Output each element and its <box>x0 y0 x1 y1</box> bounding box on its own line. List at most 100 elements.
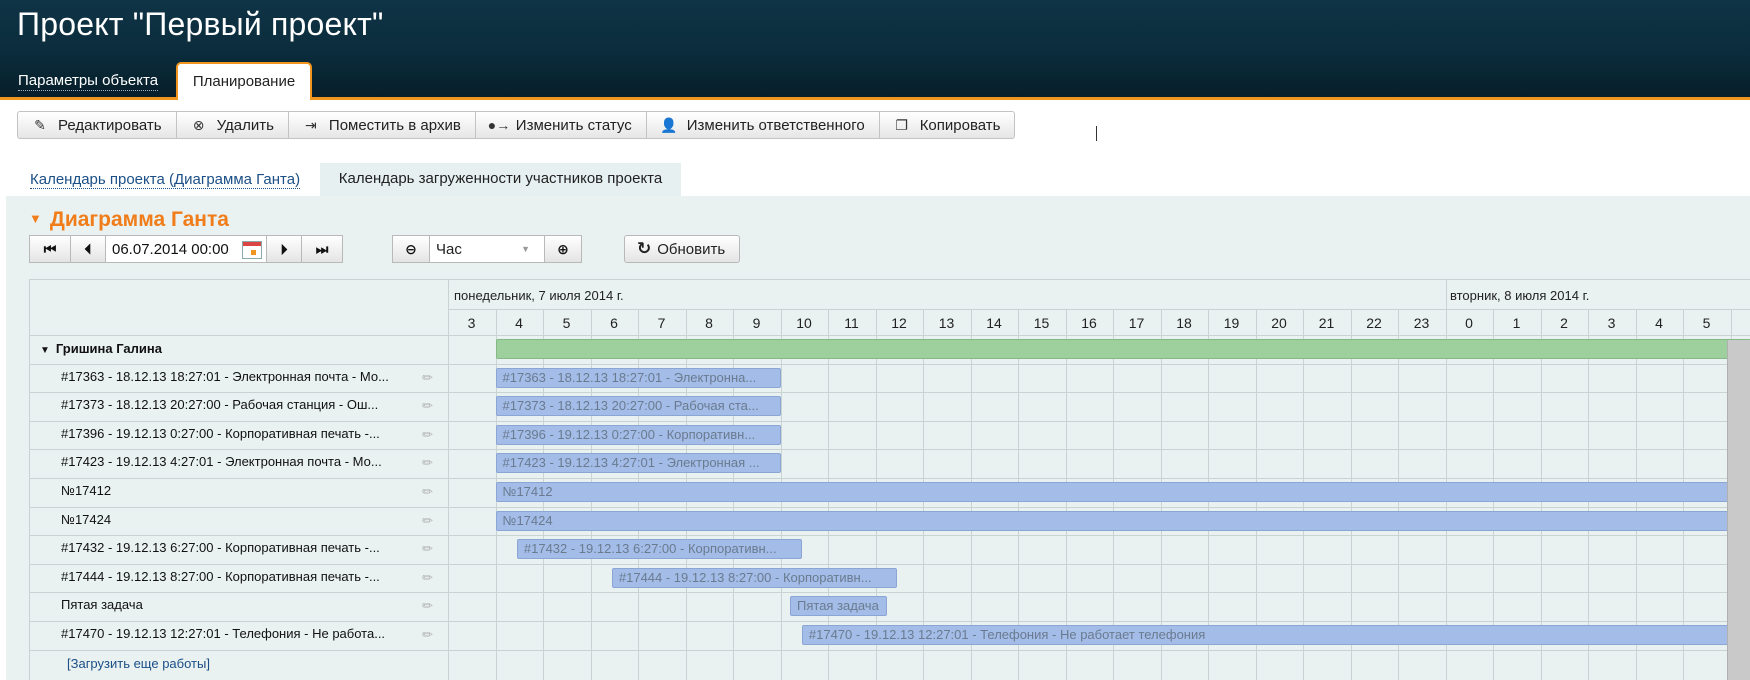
group-name: Гришина Галина <box>55 341 162 356</box>
task-bar[interactable]: #17363 - 18.12.13 18:27:01 - Электронна.… <box>495 367 781 388</box>
hour-tick-label: 23 <box>1413 315 1430 331</box>
pencil-icon[interactable]: ✏ <box>422 627 433 643</box>
edit-button[interactable]: ✎ Редактировать <box>17 111 177 139</box>
pencil-icon[interactable]: ✏ <box>422 513 433 529</box>
hour-tick-label: 5 <box>1702 315 1711 331</box>
row-divider <box>30 420 1750 422</box>
task-bar[interactable]: #17423 - 19.12.13 4:27:01 - Электронная … <box>495 453 781 474</box>
action-toolbar: ✎ Редактировать ⊗ Удалить ⇥ Поместить в … <box>17 111 1016 140</box>
change-status-button-label: Изменить статус <box>515 116 632 134</box>
tab-object-params[interactable]: Параметры объекта <box>18 72 159 91</box>
prev-button[interactable]: ⏴ <box>70 235 106 263</box>
date-input[interactable]: 06.07.2014 00:00 <box>105 235 267 263</box>
pencil-icon: ✎ <box>34 116 46 133</box>
hour-tick-label: 1 <box>1512 315 1521 331</box>
calendar-icon[interactable] <box>242 241 262 259</box>
header-divider <box>448 309 1750 310</box>
hour-tick-label: 22 <box>1366 315 1382 331</box>
hour-tick-label: 13 <box>938 315 955 331</box>
task-label-text: #17444 - 19.12.13 8:27:00 - Корпоративна… <box>61 568 380 584</box>
task-label[interactable]: #17363 - 18.12.13 18:27:01 - Электронная… <box>61 369 441 384</box>
task-bar[interactable]: №17424 <box>495 510 1731 531</box>
change-status-button[interactable]: ●→ Изменить статус <box>474 111 647 139</box>
load-more-link[interactable]: [Загрузить еще работы] <box>67 656 210 671</box>
hour-tick-label: 19 <box>1223 315 1240 331</box>
hour-tick-label: 12 <box>891 315 907 331</box>
pencil-icon[interactable]: ✏ <box>422 484 433 500</box>
task-label[interactable]: #17373 - 18.12.13 20:27:00 - Рабочая ста… <box>61 397 441 412</box>
pencil-icon[interactable]: ✏ <box>422 598 433 614</box>
collapse-triangle-icon: ▼ <box>29 211 42 226</box>
page-header: Проект "Первый проект" Параметры объекта… <box>0 0 1750 100</box>
step-back-icon: ⏴ <box>84 240 92 257</box>
task-bar[interactable]: №17412 <box>495 482 1731 502</box>
pencil-icon[interactable]: ✏ <box>422 541 433 557</box>
group-summary-bar[interactable] <box>495 339 1750 359</box>
task-label-text: #17363 - 18.12.13 18:27:01 - Электронная… <box>61 368 389 384</box>
group-label[interactable]: ▼ Гришина Галина <box>40 341 420 356</box>
gantt-title-text: Диаграмма Ганта <box>49 208 229 231</box>
task-bar[interactable]: #17373 - 18.12.13 20:27:00 - Рабочая ста… <box>495 396 781 417</box>
row-divider <box>30 621 1750 622</box>
tab-participant-load[interactable]: Календарь загруженности участников проек… <box>320 163 681 197</box>
task-label[interactable]: #17444 - 19.12.13 8:27:00 - Корпоративна… <box>61 569 441 584</box>
hour-tick-label: 3 <box>467 315 476 331</box>
task-label[interactable]: #17470 - 19.12.13 12:27:01 - Телефония -… <box>61 626 441 641</box>
gantt-section-title[interactable]: ▼ Диаграмма Ганта <box>29 208 229 232</box>
task-label[interactable]: №17412 <box>61 483 441 498</box>
task-label-text: Пятая задача <box>61 597 143 613</box>
tab-gantt-calendar[interactable]: Календарь проекта (Диаграмма Ганта) <box>30 171 301 189</box>
hour-tick-label: 15 <box>1033 315 1050 331</box>
refresh-button[interactable]: ↻ Обновить <box>624 235 741 263</box>
archive-button[interactable]: ⇥ Поместить в архив <box>287 111 476 139</box>
refresh-label: Обновить <box>657 240 726 258</box>
task-bar[interactable]: Пятая задача <box>790 596 888 617</box>
zoom-in-button[interactable]: ⊕ <box>544 235 582 263</box>
skip-start-icon: ⏮ <box>43 240 57 257</box>
first-page-button[interactable]: ⏮ <box>29 235 71 263</box>
skip-end-icon: ⏭ <box>315 240 329 257</box>
hour-tick-label: 16 <box>1081 315 1097 331</box>
pencil-icon[interactable]: ✏ <box>422 427 433 443</box>
pencil-icon[interactable]: ✏ <box>422 398 433 414</box>
archive-icon: ⇥ <box>305 116 317 133</box>
chevron-down-icon: ▼ <box>521 244 530 254</box>
vertical-scrollbar[interactable] <box>1727 340 1750 680</box>
hour-tick-label: 18 <box>1176 315 1192 331</box>
date-value: 06.07.2014 00:00 <box>112 240 229 258</box>
task-label[interactable]: #17423 - 19.12.13 4:27:01 - Электронная … <box>61 454 441 469</box>
task-label[interactable]: Пятая задача <box>61 597 441 612</box>
change-responsible-button[interactable]: 👤 Изменить ответственного <box>645 111 880 139</box>
date-navigation: ⏮ ⏴ 06.07.2014 00:00 ⏵ ⏭ <box>29 235 343 263</box>
pencil-icon[interactable]: ✏ <box>422 455 433 471</box>
task-label[interactable]: №17424 <box>61 512 441 527</box>
copy-button[interactable]: ❐ Копировать <box>878 111 1016 139</box>
delete-button[interactable]: ⊗ Удалить <box>175 111 289 139</box>
hour-tick-label: 6 <box>610 315 618 331</box>
edit-button-label: Редактировать <box>58 116 162 134</box>
pencil-icon[interactable]: ✏ <box>422 570 433 586</box>
task-label[interactable]: #17432 - 19.12.13 6:27:00 - Корпоративна… <box>61 540 441 555</box>
row-divider <box>30 592 1750 594</box>
row-divider <box>30 363 1750 365</box>
hour-tick-label: 2 <box>1560 315 1568 331</box>
pencil-icon[interactable]: ✏ <box>422 370 433 386</box>
step-forward-icon: ⏵ <box>280 240 288 257</box>
task-bar[interactable]: #17470 - 19.12.13 12:27:01 - Телефония -… <box>801 625 1731 645</box>
tab-planning[interactable]: Планирование <box>176 62 312 100</box>
task-label[interactable]: #17396 - 19.12.13 0:27:00 - Корпоративна… <box>61 426 441 441</box>
task-bar[interactable]: #17444 - 19.12.13 8:27:00 - Корпоративн.… <box>611 567 897 588</box>
scale-value: Час <box>436 240 462 258</box>
task-label-text: #17396 - 19.12.13 0:27:00 - Корпоративна… <box>61 425 380 441</box>
zoom-out-button[interactable]: ⊖ <box>392 235 430 263</box>
scale-select[interactable]: Час ▼ <box>429 235 545 263</box>
copy-button-label: Копировать <box>919 116 1001 134</box>
last-page-button[interactable]: ⏭ <box>301 235 343 263</box>
hour-tick-label: 17 <box>1128 315 1145 331</box>
hour-tick-label: 6 <box>1731 315 1750 331</box>
next-button[interactable]: ⏵ <box>266 235 302 263</box>
row-divider <box>30 449 1750 451</box>
task-bar[interactable]: #17396 - 19.12.13 0:27:00 - Корпоративн.… <box>495 424 781 445</box>
hour-tick-label: 11 <box>844 315 859 331</box>
task-bar[interactable]: #17432 - 19.12.13 6:27:00 - Корпоративн.… <box>516 539 802 560</box>
